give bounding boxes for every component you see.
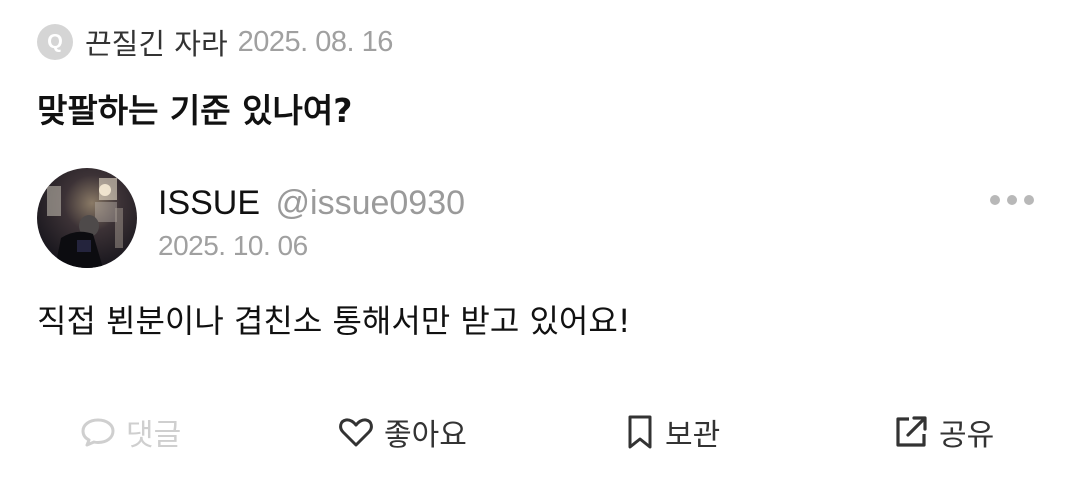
question-title: 맞팔하는 기준 있나여?	[37, 91, 353, 130]
user-name[interactable]: ISSUE	[158, 184, 260, 222]
more-dots-icon	[990, 195, 1000, 205]
like-label: 좋아요	[384, 418, 467, 453]
avatar-photo	[37, 168, 137, 268]
more-dots-icon	[1024, 195, 1034, 205]
answer-body: 직접 뵌분이나 겹친소 통해서만 받고 있어요!	[37, 302, 631, 340]
question-badge-icon: Q	[37, 24, 73, 60]
share-button[interactable]: 공유	[893, 408, 994, 456]
bookmark-icon	[628, 415, 652, 449]
save-label: 보관	[665, 418, 721, 453]
comment-label: 댓글	[126, 418, 182, 453]
question-date: 2025. 08. 16	[237, 25, 394, 58]
comment-button[interactable]: 댓글	[80, 408, 181, 456]
share-label: 공유	[939, 418, 995, 453]
more-dots-icon	[1007, 195, 1017, 205]
action-bar: 댓글 좋아요 보관 공유	[0, 408, 1077, 456]
more-options-button[interactable]	[990, 190, 1034, 210]
question-header: Q 끈질긴 자라 2025. 08. 16	[37, 22, 393, 62]
share-external-icon	[896, 416, 927, 447]
heart-outline-icon	[339, 418, 373, 447]
question-badge-letter: Q	[47, 30, 63, 53]
question-author[interactable]: 끈질긴 자라	[85, 21, 228, 63]
answer-date: 2025. 10. 06	[158, 230, 308, 261]
user-handle[interactable]: @issue0930	[276, 184, 466, 222]
save-button[interactable]: 보관	[625, 408, 720, 456]
answer-author[interactable]: ISSUE @issue0930	[158, 184, 465, 223]
speech-bubble-icon	[81, 418, 115, 447]
avatar[interactable]	[37, 168, 137, 268]
like-button[interactable]: 좋아요	[338, 408, 467, 456]
